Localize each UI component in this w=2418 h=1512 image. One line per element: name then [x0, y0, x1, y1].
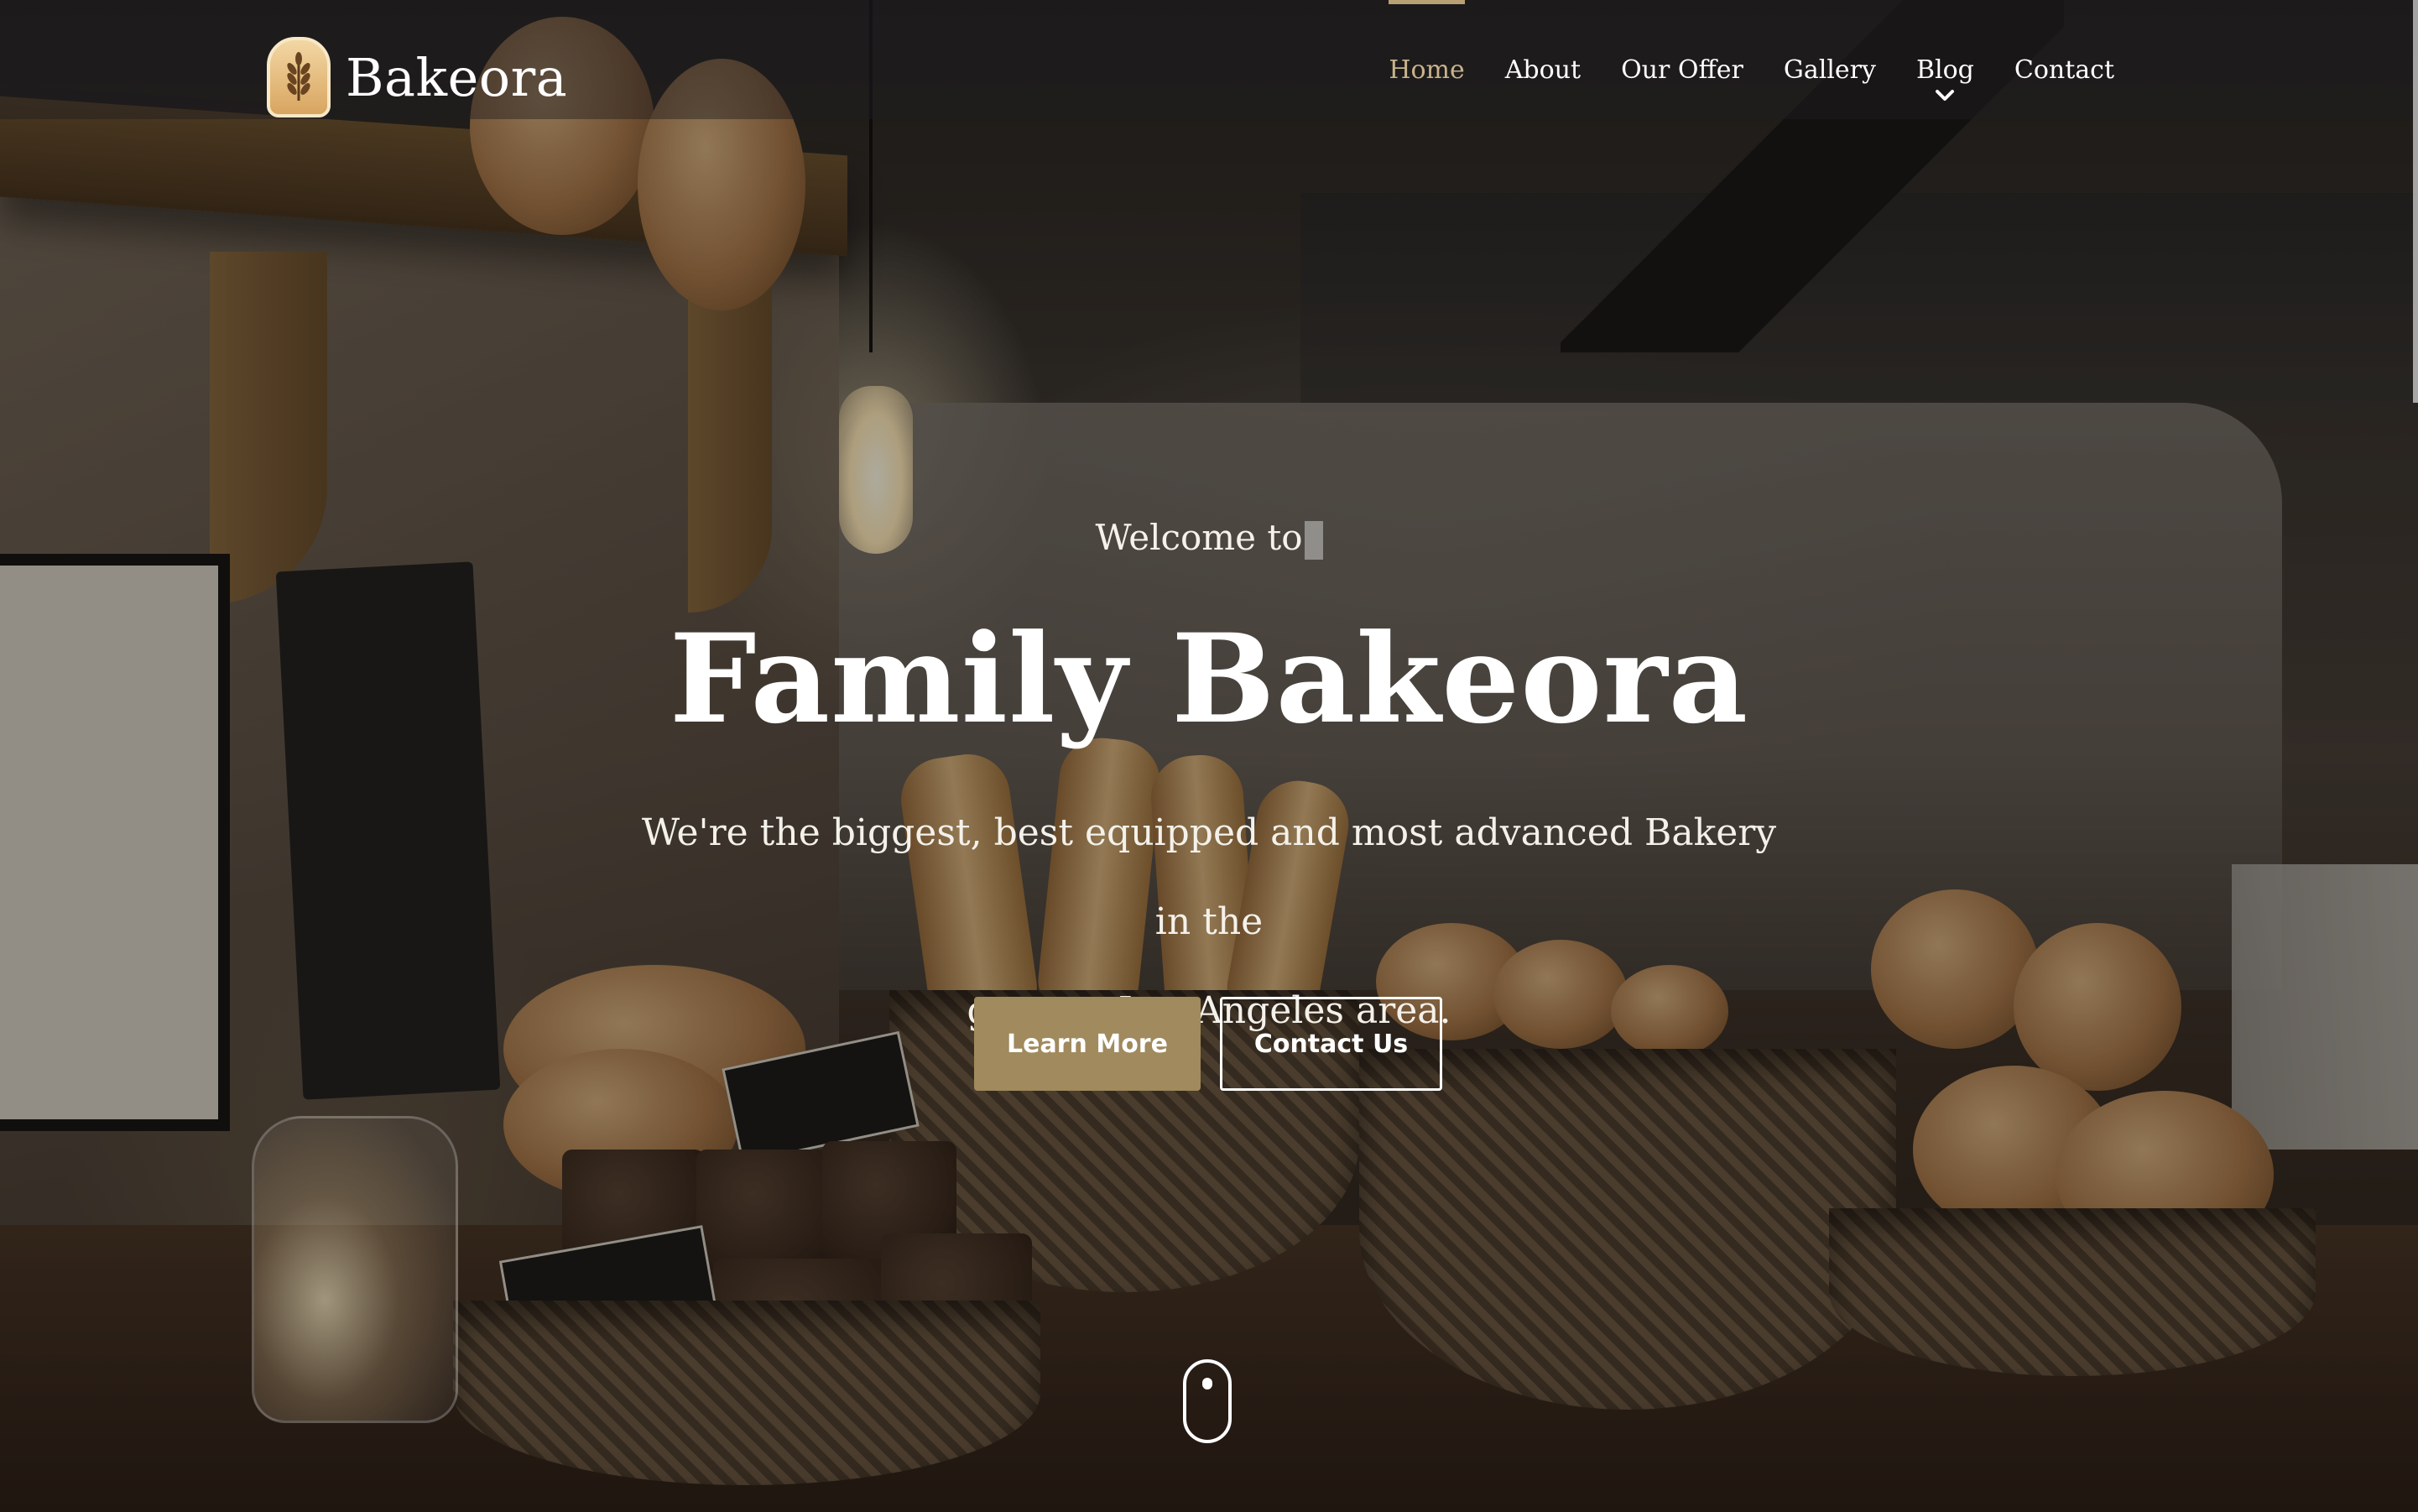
- nav-item-home[interactable]: Home: [1368, 0, 1484, 85]
- brand-link[interactable]: Bakeora: [267, 35, 567, 119]
- page: Bakeora Home About Our Offer Gallery Blo…: [0, 0, 2418, 1512]
- page-scrollbar[interactable]: [2413, 0, 2418, 403]
- contact-us-button[interactable]: Contact Us: [1220, 997, 1442, 1091]
- nav-item-about[interactable]: About: [1485, 0, 1601, 85]
- site-header: Bakeora Home About Our Offer Gallery Blo…: [0, 0, 2418, 119]
- hero-overlay: [0, 0, 2418, 1512]
- learn-more-button[interactable]: Learn More: [974, 997, 1201, 1091]
- hero-title: Family Bakeora: [669, 607, 1749, 751]
- mouse-wheel: [1202, 1378, 1212, 1389]
- wheat-logo-icon: [267, 37, 331, 117]
- nav-item-gallery[interactable]: Gallery: [1764, 0, 1896, 85]
- chevron-down-icon: [1936, 90, 1955, 101]
- text-cursor: [1304, 521, 1323, 560]
- hero-subtitle: We're the biggest, best equipped and mos…: [622, 789, 1796, 1056]
- mouse-scroll-icon[interactable]: [1183, 1359, 1232, 1443]
- hero-welcome-text: Welcome to: [1095, 517, 1303, 558]
- hero-subtitle-line: We're the biggest, best equipped and mos…: [641, 811, 1777, 943]
- nav-item-blog[interactable]: Blog: [1896, 0, 1994, 103]
- brand-name: Bakeora: [346, 46, 568, 108]
- nav-item-blog-label: Blog: [1915, 55, 1974, 85]
- nav-item-our-offer[interactable]: Our Offer: [1601, 0, 1764, 85]
- nav-item-contact[interactable]: Contact: [1994, 0, 2134, 85]
- hero-welcome: Welcome to: [0, 517, 2418, 560]
- main-nav: Home About Our Offer Gallery Blog Contac…: [1368, 0, 2134, 119]
- hero-subtitle-line: greater Los Angeles area.: [967, 989, 1451, 1032]
